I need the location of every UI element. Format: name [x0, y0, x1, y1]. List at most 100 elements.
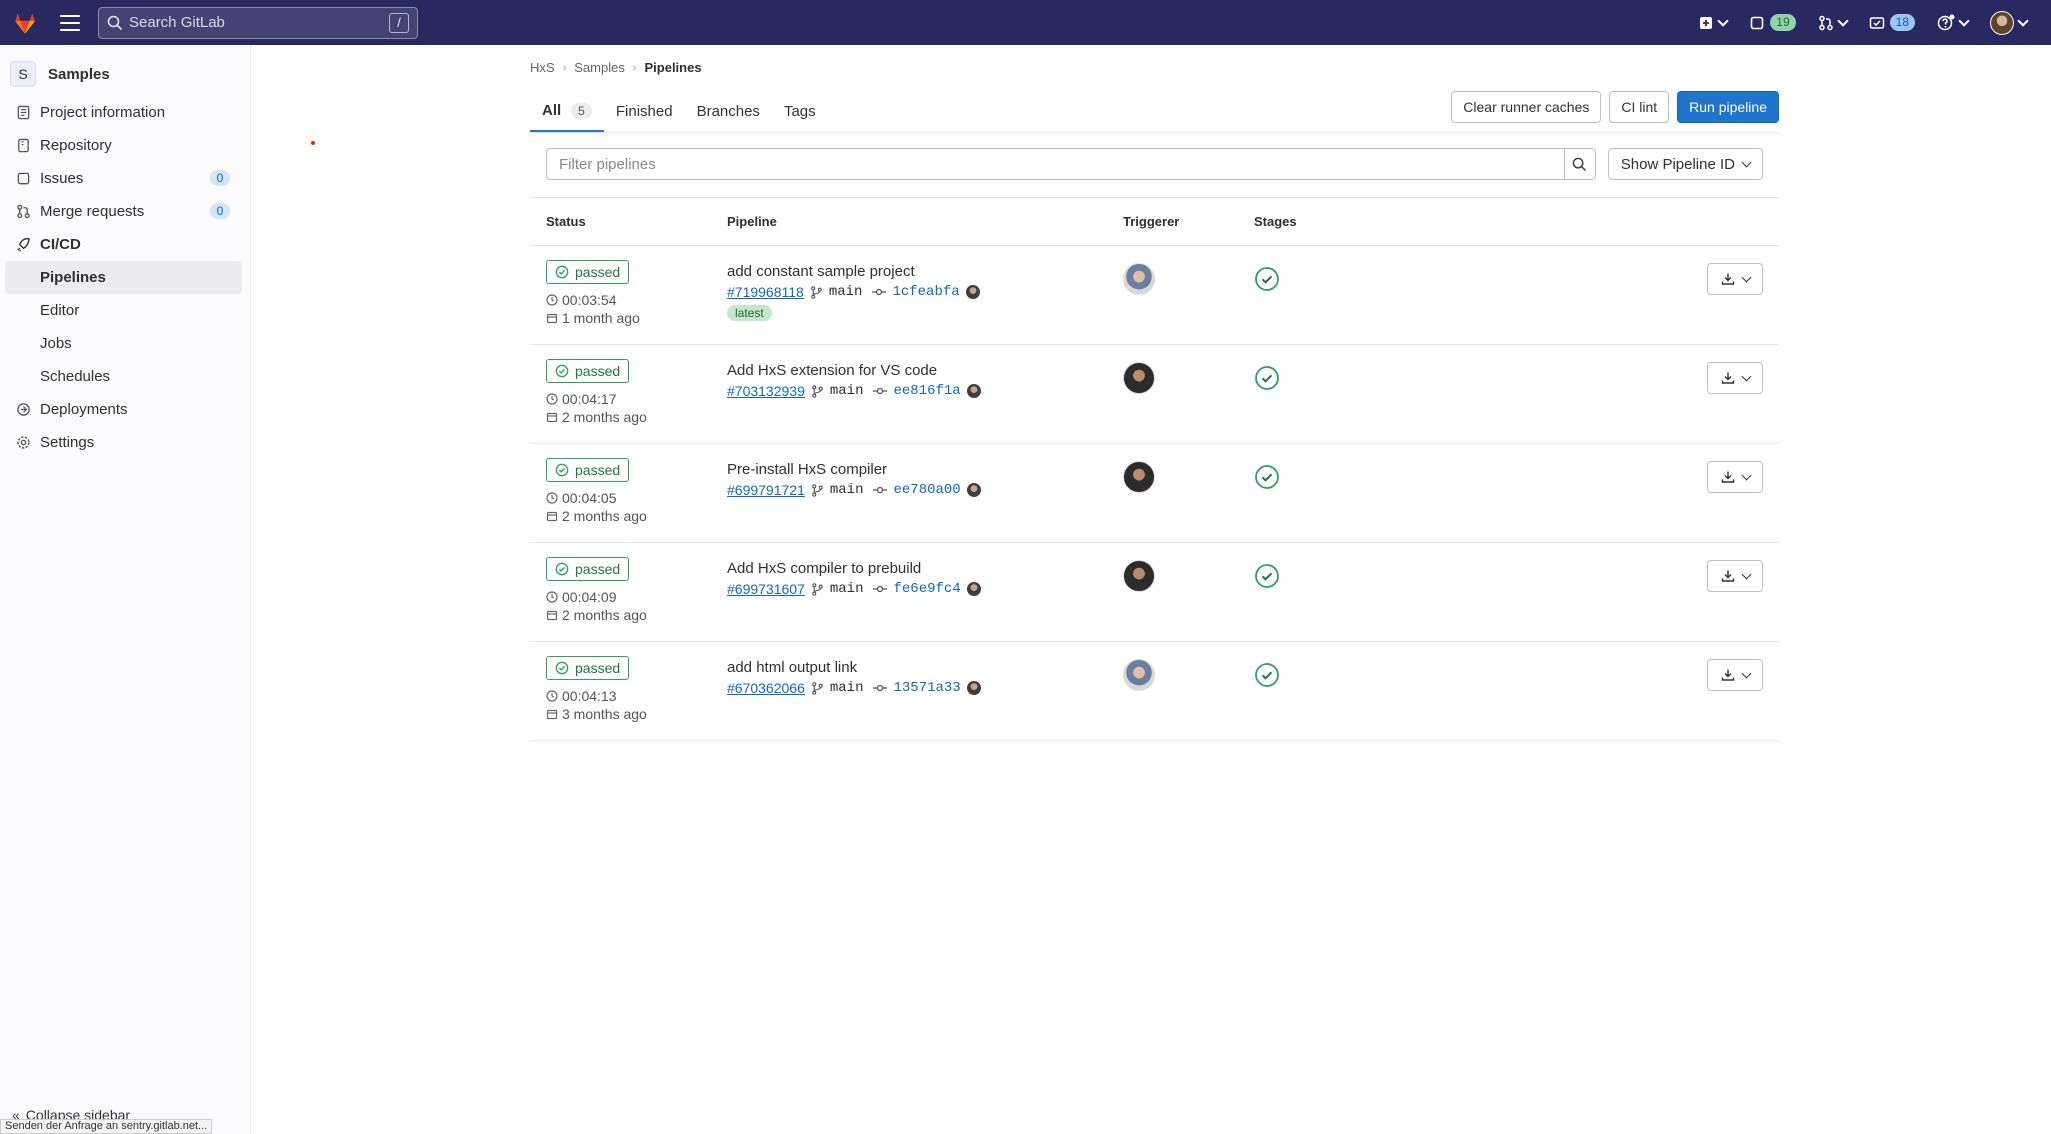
main-menu-icon[interactable] — [60, 14, 80, 31]
pipeline-duration: 00:04:09 — [546, 589, 727, 605]
commit-author-avatar[interactable] — [966, 582, 981, 596]
status-badge[interactable]: passed — [546, 260, 630, 284]
commit-author-avatar[interactable] — [966, 384, 981, 398]
download-artifacts-button[interactable] — [1707, 659, 1763, 691]
duration-value: 00:03:54 — [562, 292, 617, 308]
status-badge[interactable]: passed — [546, 359, 630, 383]
branch-name[interactable]: main — [830, 482, 864, 498]
show-pipeline-id-dropdown[interactable]: Show Pipeline ID — [1607, 148, 1763, 180]
commit-title[interactable]: Add HxS compiler to prebuild — [727, 560, 1123, 577]
commit-author-avatar[interactable] — [965, 285, 980, 299]
merge-requests-button[interactable] — [1818, 14, 1849, 31]
sidebar-item-merge-requests[interactable]: Merge requests 0 — [0, 195, 250, 228]
pipeline-id-link[interactable]: #699731607 — [727, 581, 805, 597]
commit-sha-link[interactable]: ee780a00 — [893, 482, 960, 498]
stage-passed-icon[interactable] — [1254, 563, 1280, 589]
pipeline-id-link[interactable]: #703132939 — [727, 383, 805, 399]
browser-status-bar: Senden der Anfrage an sentry.gitlab.net.… — [0, 1119, 213, 1134]
status-badge[interactable]: passed — [546, 557, 630, 581]
branch-name[interactable]: main — [830, 680, 864, 696]
tab-tags[interactable]: Tags — [772, 91, 828, 132]
top-navbar: Search GitLab / 19 18 — [0, 0, 2051, 45]
stage-passed-icon[interactable] — [1254, 464, 1280, 490]
commit-sha-link[interactable]: ee816f1a — [893, 383, 960, 399]
deployments-icon — [17, 403, 30, 416]
tab-all[interactable]: All 5 — [530, 91, 604, 132]
issues-button[interactable]: 19 — [1749, 14, 1796, 31]
sidebar-item-label: Deployments — [40, 401, 128, 418]
triggerer-avatar[interactable] — [1123, 659, 1155, 691]
triggerer-avatar[interactable] — [1123, 461, 1155, 493]
pipeline-id-link[interactable]: #699791721 — [727, 482, 805, 498]
commit-sha-link[interactable]: fe6e9fc4 — [893, 581, 960, 597]
filter-search-button[interactable] — [1563, 148, 1596, 180]
pipeline-id-link[interactable]: #670362066 — [727, 680, 805, 696]
triggerer-avatar[interactable] — [1123, 560, 1155, 592]
status-label: passed — [575, 363, 621, 379]
breadcrumb-group[interactable]: HxS — [530, 60, 555, 75]
merge-request-icon — [1818, 15, 1833, 30]
search-input[interactable]: Search GitLab / — [98, 6, 418, 39]
stage-passed-icon[interactable] — [1254, 662, 1280, 688]
ci-lint-button[interactable]: CI lint — [1609, 91, 1670, 123]
sidebar-item-schedules[interactable]: Schedules — [0, 360, 250, 393]
commit-title[interactable]: add constant sample project — [727, 263, 1123, 280]
commit-icon — [873, 486, 888, 494]
sidebar-item-pipelines[interactable]: Pipelines — [5, 261, 242, 294]
tab-label: Branches — [696, 103, 760, 120]
commit-sha-link[interactable]: 1cfeabfa — [892, 284, 959, 300]
run-pipeline-button[interactable]: Run pipeline — [1677, 91, 1779, 123]
branch-name[interactable]: main — [830, 383, 864, 399]
chevron-down-icon — [1741, 272, 1751, 282]
filter-pipelines-input[interactable]: Filter pipelines — [546, 148, 1564, 180]
chevron-down-icon — [1741, 668, 1751, 678]
pipeline-id-link[interactable]: #719968118 — [727, 284, 804, 300]
commit-author-avatar[interactable] — [966, 483, 981, 497]
gitlab-logo-icon[interactable] — [12, 10, 38, 36]
stage-passed-icon[interactable] — [1254, 266, 1280, 292]
triggerer-avatar[interactable] — [1123, 263, 1155, 295]
branch-name[interactable]: main — [830, 581, 864, 597]
sidebar-item-jobs[interactable]: Jobs — [0, 327, 250, 360]
download-artifacts-button[interactable] — [1707, 362, 1763, 394]
sidebar-item-deployments[interactable]: Deployments — [0, 393, 250, 426]
user-menu-button[interactable] — [1990, 10, 2029, 35]
issues-icon — [17, 172, 30, 185]
duration-value: 00:04:13 — [562, 688, 617, 704]
branch-icon — [811, 285, 822, 299]
sidebar-item-project-information[interactable]: Project information — [0, 96, 250, 129]
chevron-down-icon — [1741, 470, 1751, 480]
commit-author-avatar[interactable] — [966, 681, 981, 695]
commit-title[interactable]: Pre-install HxS compiler — [727, 461, 1123, 478]
download-artifacts-button[interactable] — [1707, 461, 1763, 493]
latest-badge: latest — [727, 305, 772, 321]
commit-title[interactable]: Add HxS extension for VS code — [727, 362, 1123, 379]
finished-ago: 1 month ago — [562, 310, 640, 326]
commit-sha-link[interactable]: 13571a33 — [893, 680, 960, 696]
commit-title[interactable]: add html output link — [727, 659, 1123, 676]
sidebar-item-issues[interactable]: Issues 0 — [0, 162, 250, 195]
download-artifacts-button[interactable] — [1707, 560, 1763, 592]
sidebar-item-settings[interactable]: Settings — [0, 426, 250, 459]
download-artifacts-button[interactable] — [1707, 263, 1763, 295]
branch-name[interactable]: main — [829, 284, 863, 300]
status-badge[interactable]: passed — [546, 656, 630, 680]
triggerer-avatar[interactable] — [1123, 362, 1155, 394]
sidebar-item-repository[interactable]: Repository — [0, 129, 250, 162]
help-button[interactable] — [1937, 14, 1970, 32]
sidebar-project-header[interactable]: S Samples — [0, 52, 250, 96]
status-label: passed — [575, 264, 621, 280]
clear-runner-caches-button[interactable]: Clear runner caches — [1451, 91, 1602, 123]
pipeline-finished-at: 2 months ago — [546, 409, 727, 425]
sidebar-item-editor[interactable]: Editor — [0, 294, 250, 327]
todos-button[interactable]: 18 — [1869, 14, 1915, 31]
create-new-button[interactable] — [1698, 14, 1729, 31]
breadcrumb-project[interactable]: Samples — [574, 60, 625, 75]
sidebar-item-cicd[interactable]: CI/CD — [0, 228, 250, 261]
sidebar-item-label: Merge requests — [40, 203, 145, 220]
stage-passed-icon[interactable] — [1254, 365, 1280, 391]
breadcrumb-current[interactable]: Pipelines — [644, 60, 701, 75]
tab-finished[interactable]: Finished — [604, 91, 685, 132]
status-badge[interactable]: passed — [546, 458, 630, 482]
tab-branches[interactable]: Branches — [685, 91, 772, 132]
